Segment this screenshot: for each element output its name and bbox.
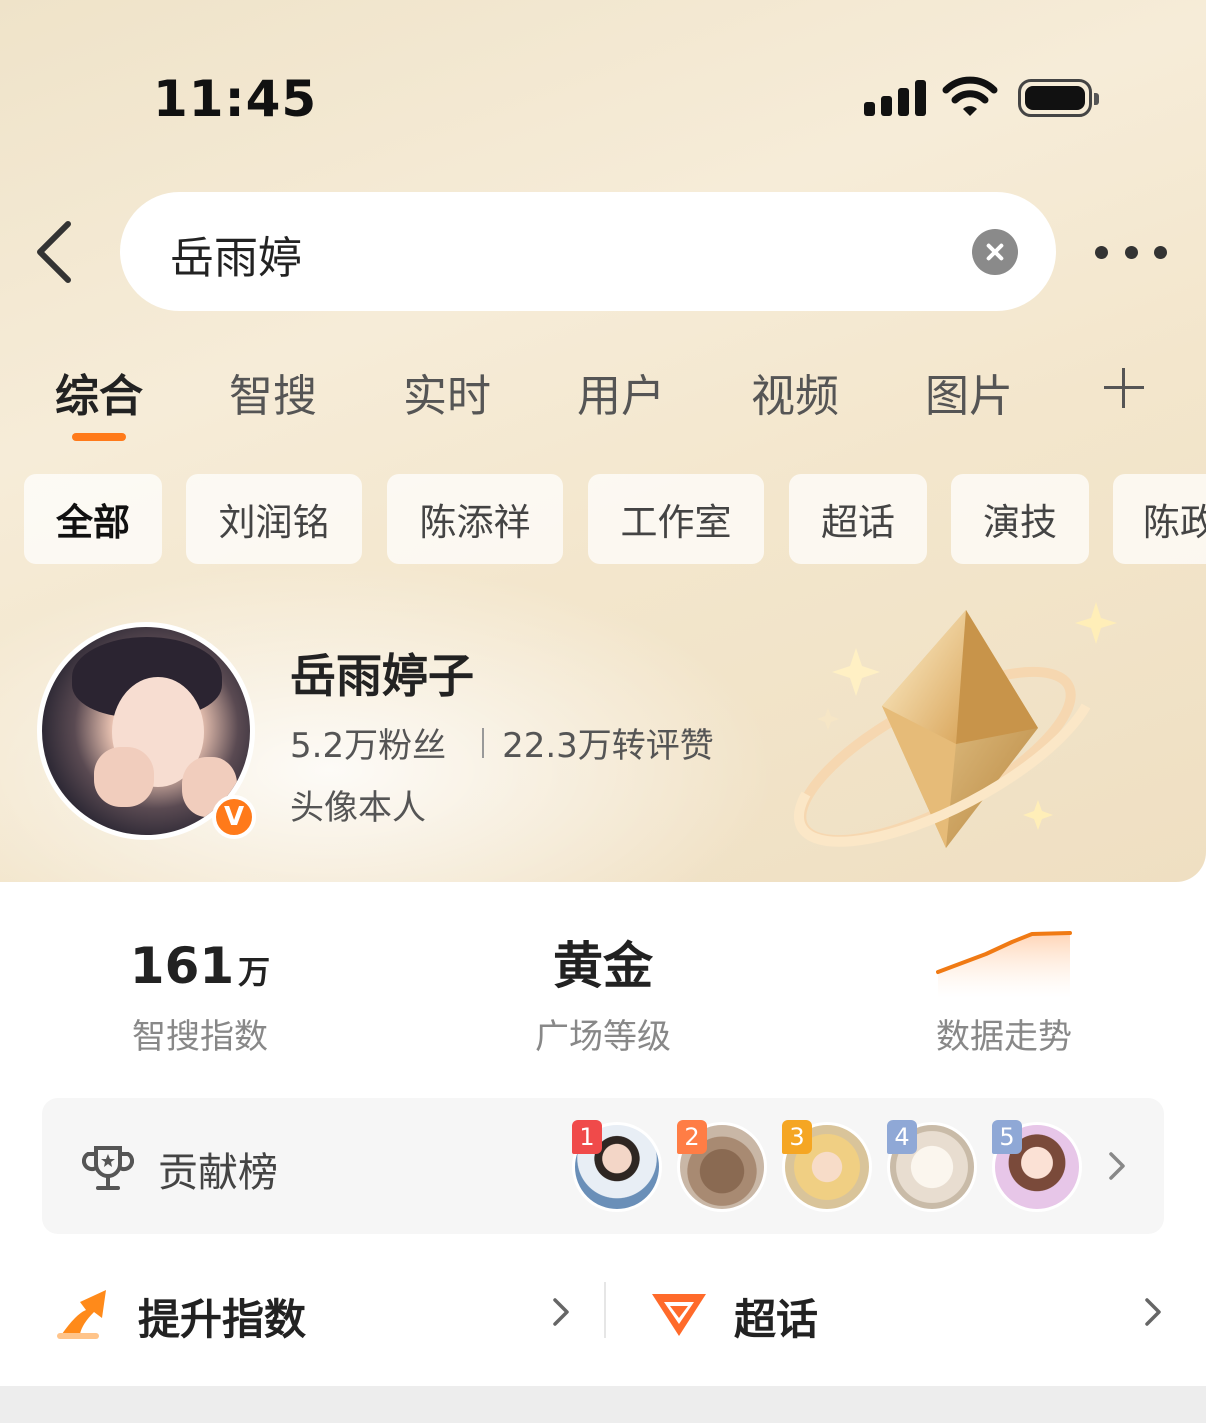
- tab-users[interactable]: 用户: [577, 360, 665, 424]
- battery-icon: [1018, 79, 1099, 117]
- smart-index-unit: 万: [238, 953, 271, 991]
- filter-chip[interactable]: 陈政: [1113, 474, 1206, 564]
- smart-index-label: 智搜指数: [132, 1017, 268, 1057]
- fans-count: 5.2万粉丝: [290, 726, 447, 766]
- smart-index-value: 161: [129, 937, 235, 995]
- search-input[interactable]: 岳雨婷: [120, 192, 1056, 311]
- tab-images[interactable]: 图片: [925, 360, 1013, 424]
- more-options-icon[interactable]: [1095, 242, 1167, 262]
- filter-chip[interactable]: 超话: [789, 474, 927, 564]
- plaza-level-value: 黄金: [553, 937, 653, 995]
- profile-stats: 5.2万粉丝 22.3万转评赞: [290, 718, 714, 767]
- profile-name[interactable]: 岳雨婷子: [290, 640, 474, 706]
- add-tab-icon[interactable]: [1104, 368, 1144, 408]
- filter-chip[interactable]: 陈添祥: [387, 474, 563, 564]
- wifi-icon: [942, 76, 998, 116]
- engagement-count: 22.3万转评赞: [502, 726, 714, 766]
- filter-chip[interactable]: 工作室: [588, 474, 764, 564]
- smart-index-metric[interactable]: 161 万 智搜指数: [70, 935, 330, 1058]
- trophy-icon: [82, 1146, 134, 1190]
- rank-badge: 5: [992, 1120, 1022, 1154]
- bottom-separator: [0, 1386, 1206, 1423]
- super-topic-button[interactable]: 超话: [648, 1272, 1168, 1352]
- status-time: 11:45: [153, 70, 318, 128]
- gold-crystal-icon: [793, 602, 1117, 848]
- super-topic-label: 超话: [734, 1295, 819, 1344]
- filter-chip-all[interactable]: 全部: [24, 474, 162, 564]
- boost-index-button[interactable]: 提升指数: [50, 1272, 580, 1352]
- trend-sparkline: [936, 931, 1072, 998]
- filter-chip[interactable]: 刘润铭: [186, 474, 362, 564]
- chevron-right-icon: [1109, 1152, 1125, 1180]
- rising-arrow-icon: [57, 1290, 106, 1339]
- data-trend-label: 数据走势: [936, 1017, 1072, 1057]
- chevron-right-icon: [553, 1298, 569, 1326]
- action-divider: [604, 1282, 606, 1338]
- super-topic-icon: [652, 1294, 706, 1336]
- search-tabs: 综合 智搜 实时 用户 视频 图片: [0, 360, 1206, 450]
- contribution-label: 贡献榜: [158, 1150, 278, 1196]
- cellular-signal-icon: [864, 80, 926, 116]
- tab-realtime[interactable]: 实时: [403, 360, 491, 424]
- stats-divider: [482, 727, 485, 758]
- rank-badge: 2: [677, 1120, 707, 1154]
- plaza-level-label: 广场等级: [535, 1017, 671, 1057]
- rank-badge: 3: [782, 1120, 812, 1154]
- verified-badge: V: [212, 795, 256, 839]
- tab-comprehensive[interactable]: 综合: [55, 360, 143, 424]
- chevron-right-icon: [1145, 1298, 1161, 1326]
- boost-index-label: 提升指数: [138, 1295, 307, 1344]
- clear-search-icon[interactable]: [972, 229, 1018, 275]
- rank-badge: 1: [572, 1120, 602, 1154]
- rank-badge: 4: [887, 1120, 917, 1154]
- filter-chip[interactable]: 演技: [951, 474, 1089, 564]
- search-query-text: 岳雨婷: [170, 233, 302, 284]
- back-icon[interactable]: [28, 218, 82, 286]
- active-tab-indicator: [72, 433, 126, 441]
- tab-smart-search[interactable]: 智搜: [229, 360, 317, 424]
- tab-videos[interactable]: 视频: [751, 360, 839, 424]
- plaza-level-metric[interactable]: 黄金 广场等级: [473, 935, 733, 1058]
- contribution-board[interactable]: 贡献榜 1 2 3 4 5: [42, 1098, 1164, 1234]
- profile-description: 头像本人: [290, 788, 426, 828]
